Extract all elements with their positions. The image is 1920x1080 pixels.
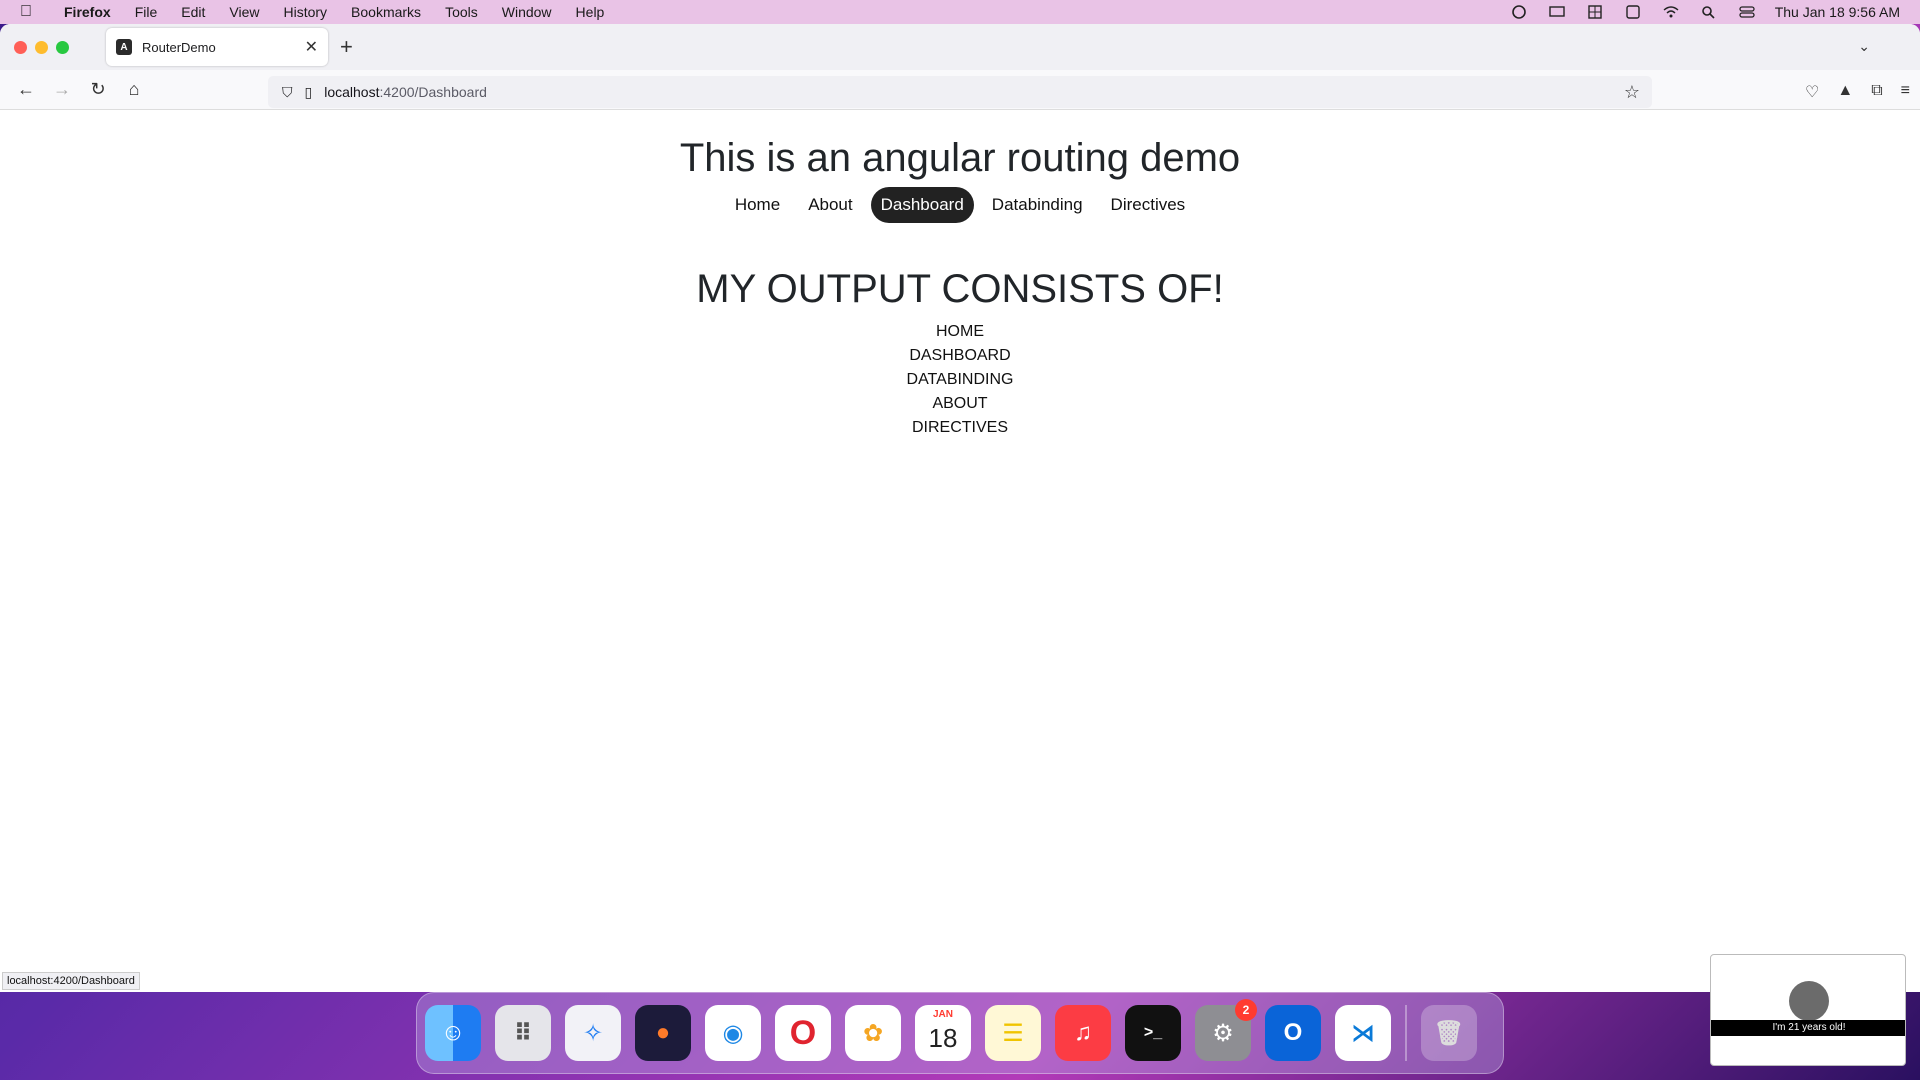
- control-center-icon[interactable]: [1737, 5, 1757, 19]
- thumbnail-caption: I'm 21 years old!: [1711, 1020, 1905, 1036]
- opera-icon[interactable]: O: [775, 1005, 831, 1061]
- menu-help[interactable]: Help: [564, 4, 617, 20]
- clock[interactable]: Thu Jan 18 9:56 AM: [1775, 4, 1900, 20]
- nav-link-about[interactable]: About: [798, 187, 862, 223]
- floating-thumbnail[interactable]: I'm 21 years old!: [1710, 954, 1906, 1066]
- dock-separator: [1405, 1005, 1407, 1061]
- output-list: HOME DASHBOARD DATABINDING ABOUT DIRECTI…: [0, 320, 1920, 440]
- menu-window[interactable]: Window: [490, 4, 564, 20]
- list-item: ABOUT: [932, 395, 988, 412]
- menu-file[interactable]: File: [123, 4, 170, 20]
- menu-app-firefox[interactable]: Firefox: [52, 4, 123, 20]
- url-host: localhost: [324, 84, 380, 100]
- address-bar[interactable]: ⛉ ▯ localhost:4200/Dashboard ☆: [268, 76, 1652, 108]
- status-bar-link: localhost:4200/Dashboard: [2, 972, 140, 990]
- nav-link-directives[interactable]: Directives: [1101, 187, 1196, 223]
- nav-link-home[interactable]: Home: [725, 187, 790, 223]
- menu-bookmarks[interactable]: Bookmarks: [339, 4, 433, 20]
- list-item: DATABINDING: [906, 371, 1014, 388]
- close-window-button[interactable]: [14, 40, 27, 54]
- creative-cloud-icon[interactable]: [1509, 5, 1529, 19]
- music-icon[interactable]: ♫: [1055, 1005, 1111, 1061]
- terminal-icon[interactable]: >_: [1125, 1005, 1181, 1061]
- status-area: Thu Jan 18 9:56 AM: [1509, 4, 1920, 20]
- output-heading: MY OUTPUT CONSISTS OF!: [696, 267, 1224, 311]
- metamask-extension-icon[interactable]: ▲: [1837, 82, 1853, 102]
- avatar: [1789, 981, 1829, 1021]
- toolbar-right-icons: ♡ ▲ ⧉ ≡: [1805, 82, 1910, 102]
- macos-dock: ☺ ⠿ ✧ ● ◉ O ✿ JAN 18 ☰ ♫ >_ ⚙ 2 O ⋊ 🗑: [416, 992, 1504, 1074]
- close-tab-icon[interactable]: ✕: [305, 37, 318, 57]
- url-path: :4200/Dashboard: [379, 84, 487, 100]
- nav-link-dashboard[interactable]: Dashboard: [870, 187, 974, 223]
- notes-icon[interactable]: ☰: [985, 1005, 1041, 1061]
- notes-status-icon[interactable]: [1623, 5, 1643, 19]
- page-info-icon[interactable]: ▯: [305, 84, 313, 101]
- firefox-window: A RouterDemo ✕ + ⌄ ← → ↻ ⌂ ⛉ ▯ localhost…: [0, 24, 1920, 992]
- new-tab-icon[interactable]: +: [340, 34, 353, 60]
- screen-mirroring-icon[interactable]: [1547, 5, 1567, 19]
- list-item: DASHBOARD: [909, 347, 1011, 364]
- list-item: HOME: [936, 323, 984, 340]
- site-nav: Home About Dashboard Databinding Directi…: [0, 187, 1920, 223]
- page-title: This is an angular routing demo: [679, 136, 1241, 180]
- pocket-icon[interactable]: ♡: [1805, 82, 1819, 102]
- back-icon[interactable]: ←: [8, 79, 44, 100]
- grid-app-icon[interactable]: [1585, 5, 1605, 19]
- maximize-window-button[interactable]: [56, 40, 69, 54]
- firefox-dock-icon[interactable]: ●: [635, 1005, 691, 1061]
- nav-link-databinding[interactable]: Databinding: [982, 187, 1093, 223]
- calendar-month: JAN: [932, 1009, 953, 1020]
- forward-icon[interactable]: →: [44, 79, 80, 100]
- calendar-icon[interactable]: JAN 18: [915, 1005, 971, 1061]
- chrome-icon[interactable]: ◉: [705, 1005, 761, 1061]
- finder-icon[interactable]: ☺: [425, 1005, 481, 1061]
- menu-view[interactable]: View: [217, 4, 271, 20]
- extensions-icon[interactable]: ⧉: [1871, 82, 1882, 102]
- macos-menubar:  Firefox File Edit View History Bookmar…: [0, 0, 1920, 24]
- bookmark-star-icon[interactable]: ☆: [1624, 82, 1652, 103]
- window-controls: [0, 40, 106, 54]
- minimize-window-button[interactable]: [35, 40, 48, 54]
- search-icon[interactable]: [1699, 5, 1719, 19]
- safari-icon[interactable]: ✧: [565, 1005, 621, 1061]
- home-icon[interactable]: ⌂: [116, 79, 152, 100]
- tab-routerdemo[interactable]: A RouterDemo ✕: [106, 28, 328, 66]
- tab-bar: A RouterDemo ✕ + ⌄: [0, 24, 1920, 70]
- wifi-icon[interactable]: [1661, 5, 1681, 19]
- apple-menu-icon[interactable]: : [0, 3, 52, 21]
- notification-badge: 2: [1235, 999, 1257, 1021]
- photos-icon[interactable]: ✿: [845, 1005, 901, 1061]
- menu-edit[interactable]: Edit: [169, 4, 217, 20]
- list-all-tabs-icon[interactable]: ⌄: [1858, 38, 1870, 55]
- calendar-day: 18: [928, 1022, 958, 1053]
- page-content: This is an angular routing demo Home Abo…: [0, 111, 1920, 992]
- system-settings-icon[interactable]: ⚙ 2: [1195, 999, 1257, 1061]
- vscode-icon[interactable]: ⋊: [1335, 1005, 1391, 1061]
- menu-history[interactable]: History: [271, 4, 339, 20]
- trash-icon[interactable]: 🗑: [1421, 1005, 1477, 1061]
- list-item: DIRECTIVES: [911, 419, 1008, 436]
- menu-tools[interactable]: Tools: [433, 4, 490, 20]
- reload-icon[interactable]: ↻: [80, 79, 116, 100]
- tab-title: RouterDemo: [142, 39, 216, 55]
- app-menu-icon[interactable]: ≡: [1901, 82, 1910, 102]
- tracking-protection-shield-icon[interactable]: ⛉: [282, 84, 293, 101]
- angular-favicon-icon: A: [116, 39, 132, 55]
- outlook-icon[interactable]: O: [1265, 1005, 1321, 1061]
- launchpad-icon[interactable]: ⠿: [495, 1005, 551, 1061]
